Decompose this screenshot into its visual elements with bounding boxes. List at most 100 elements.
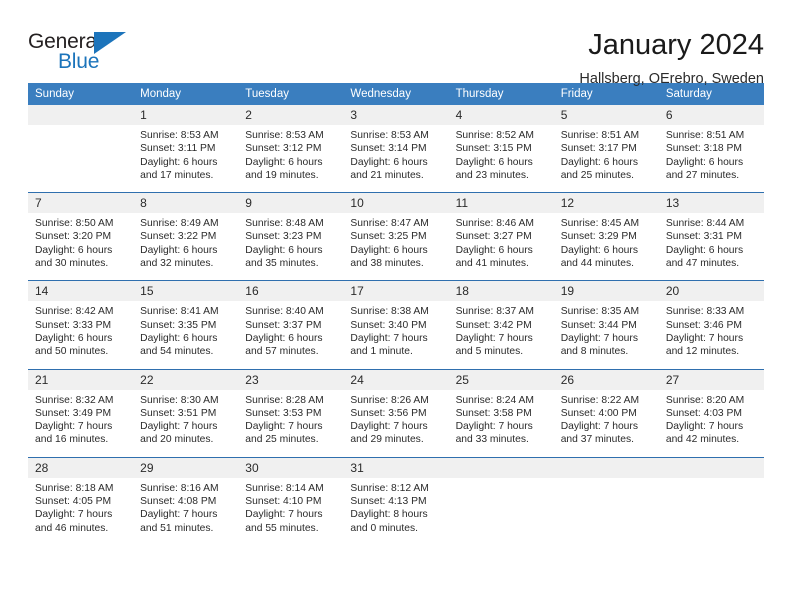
day-number: 1	[133, 105, 239, 125]
sunset-time: Sunset: 3:27 PM	[455, 231, 532, 243]
day-number: 20	[658, 281, 764, 302]
sunrise-time: Sunrise: 8:51 AM	[665, 130, 745, 141]
calendar-day-cell[interactable]: 1 Sunrise: 8:53 AM Sunset: 3:11 PM Daylight…	[133, 105, 239, 193]
day-details: Sunrise: 8:35 AM Sunset: 3:44 PM Daylight:…	[554, 301, 659, 368]
day-details: Sunrise: 8:53 AM Sunset: 3:11 PM Daylight:…	[133, 125, 238, 192]
calendar-day-cell[interactable]: 15 Sunrise: 8:41 AM Sunset: 3:35 PM Dayligh…	[133, 280, 239, 370]
calendar-day-cell[interactable]: 13 Sunrise: 8:44 AM Sunset: 3:31 PM Dayligh…	[658, 192, 764, 281]
day-details: Sunrise: 8:44 AM Sunset: 3:31 PM Daylight:…	[659, 213, 764, 280]
daylight-duration-line2: and 42 minutes.	[665, 434, 740, 446]
day-number: 12	[553, 193, 659, 214]
sunrise-time: Sunrise: 8:22 AM	[560, 394, 640, 406]
calendar-day-cell[interactable]: 28 Sunrise: 8:18 AM Sunset: 4:05 PM Dayligh…	[28, 456, 134, 545]
sunset-time: Sunset: 3:42 PM	[455, 319, 532, 331]
sunset-time: Sunset: 3:40 PM	[350, 319, 427, 331]
sunrise-time: Sunrise: 8:16 AM	[140, 482, 219, 494]
daylight-duration-line2: and 30 minutes.	[35, 258, 109, 270]
day-number	[658, 457, 764, 478]
daylight-duration-line1: Daylight: 7 hours	[245, 421, 323, 433]
calendar-day-cell[interactable]: 19 Sunrise: 8:35 AM Sunset: 3:44 PM Dayligh…	[553, 280, 659, 370]
day-number: 21	[28, 369, 134, 390]
sunset-time: Sunset: 3:20 PM	[35, 231, 112, 243]
sunrise-time: Sunrise: 8:48 AM	[245, 218, 324, 230]
calendar-day-cell[interactable]: 21 Sunrise: 8:32 AM Sunset: 3:49 PM Dayligh…	[28, 368, 134, 458]
calendar-day-cell[interactable]: 30 Sunrise: 8:14 AM Sunset: 4:10 PM Dayligh…	[238, 456, 344, 545]
calendar-day-cell[interactable]: 3 Sunrise: 8:53 AM Sunset: 3:14 PM Daylight…	[343, 105, 449, 193]
day-number: 24	[343, 369, 449, 390]
day-number: 9	[238, 193, 344, 214]
daylight-duration-line2: and 54 minutes.	[140, 346, 214, 358]
calendar-day-cell[interactable]: 29 Sunrise: 8:16 AM Sunset: 4:08 PM Dayligh…	[133, 456, 239, 545]
day-number: 7	[28, 193, 134, 214]
location-subtitle: Hallsberg, OErebro, Sweden	[579, 71, 764, 87]
calendar-day-cell[interactable]: 23 Sunrise: 8:28 AM Sunset: 3:53 PM Dayligh…	[238, 368, 344, 458]
day-details: Sunrise: 8:30 AM Sunset: 3:51 PM Daylight:…	[133, 390, 238, 457]
day-details: Sunrise: 8:47 AM Sunset: 3:25 PM Daylight:…	[343, 213, 448, 280]
daylight-duration-line1: Daylight: 6 hours	[560, 244, 638, 256]
calendar-day-cell[interactable]: 27 Sunrise: 8:20 AM Sunset: 4:03 PM Dayligh…	[658, 368, 764, 458]
calendar-day-cell[interactable]: 8 Sunrise: 8:49 AM Sunset: 3:22 PM Daylight…	[133, 192, 239, 281]
calendar-day-cell[interactable]: 14 Sunrise: 8:42 AM Sunset: 3:33 PM Dayligh…	[28, 280, 134, 370]
calendar-day-cell[interactable]: 22 Sunrise: 8:30 AM Sunset: 3:51 PM Dayligh…	[133, 368, 239, 458]
calendar-day-cell[interactable]: 6 Sunrise: 8:51 AM Sunset: 3:18 PM Daylight…	[658, 105, 764, 193]
sunrise-time: Sunrise: 8:52 AM	[455, 130, 534, 141]
sunset-time: Sunset: 4:08 PM	[140, 496, 217, 508]
weekday-header-monday: Monday	[133, 83, 239, 105]
sunrise-time: Sunrise: 8:18 AM	[35, 482, 114, 494]
daylight-duration-line1: Daylight: 6 hours	[665, 244, 744, 256]
daylight-duration-line1: Daylight: 7 hours	[140, 509, 218, 521]
sunset-time: Sunset: 4:05 PM	[35, 496, 112, 508]
calendar-day-cell[interactable]: 9 Sunrise: 8:48 AM Sunset: 3:23 PM Daylight…	[238, 192, 344, 281]
day-number: 3	[343, 105, 449, 125]
calendar-day-cell[interactable]: 12 Sunrise: 8:45 AM Sunset: 3:29 PM Dayligh…	[553, 192, 659, 281]
calendar-day-cell[interactable]: 20 Sunrise: 8:33 AM Sunset: 3:46 PM Dayligh…	[658, 280, 764, 370]
logo-text-blue: Blue	[58, 50, 100, 73]
sunrise-time: Sunrise: 8:14 AM	[245, 482, 324, 494]
calendar-day-cell[interactable]: 17 Sunrise: 8:38 AM Sunset: 3:40 PM Dayligh…	[343, 280, 449, 370]
daylight-duration-line2: and 8 minutes.	[560, 346, 629, 358]
daylight-duration-line2: and 25 minutes.	[560, 169, 634, 181]
sunset-time: Sunset: 3:58 PM	[455, 407, 532, 419]
sunrise-time: Sunrise: 8:32 AM	[35, 394, 114, 406]
day-details	[28, 125, 133, 188]
day-details	[659, 478, 764, 541]
calendar-day-cell[interactable]: 26 Sunrise: 8:22 AM Sunset: 4:00 PM Dayligh…	[553, 368, 659, 458]
daylight-duration-line2: and 55 minutes.	[245, 522, 319, 534]
calendar-day-cell[interactable]: 31 Sunrise: 8:12 AM Sunset: 4:13 PM Dayligh…	[343, 456, 449, 545]
daylight-duration-line2: and 12 minutes.	[665, 346, 740, 358]
day-details: Sunrise: 8:40 AM Sunset: 3:37 PM Daylight:…	[238, 301, 343, 368]
daylight-duration-line1: Daylight: 6 hours	[665, 156, 744, 168]
calendar-day-cell[interactable]: 7 Sunrise: 8:50 AM Sunset: 3:20 PM Daylight…	[28, 192, 134, 281]
calendar-day-cell[interactable]: 5 Sunrise: 8:51 AM Sunset: 3:17 PM Daylight…	[553, 105, 659, 193]
calendar-day-cell[interactable]: 10 Sunrise: 8:47 AM Sunset: 3:25 PM Dayligh…	[343, 192, 449, 281]
calendar-day-cell[interactable]: 11 Sunrise: 8:46 AM Sunset: 3:27 PM Dayligh…	[448, 192, 554, 281]
day-number: 27	[658, 369, 764, 390]
sunset-time: Sunset: 4:00 PM	[560, 407, 637, 419]
day-details: Sunrise: 8:50 AM Sunset: 3:20 PM Daylight:…	[28, 213, 133, 280]
sunset-time: Sunset: 3:56 PM	[350, 407, 427, 419]
daylight-duration-line1: Daylight: 8 hours	[350, 509, 428, 521]
day-number: 25	[448, 369, 554, 390]
daylight-duration-line2: and 0 minutes.	[350, 522, 418, 534]
day-details	[449, 478, 554, 541]
calendar-day-cell[interactable]: 16 Sunrise: 8:40 AM Sunset: 3:37 PM Dayligh…	[238, 280, 344, 370]
sunrise-time: Sunrise: 8:28 AM	[245, 394, 324, 406]
calendar-day-cell[interactable]: 24 Sunrise: 8:26 AM Sunset: 3:56 PM Dayligh…	[343, 368, 449, 458]
sunrise-time: Sunrise: 8:30 AM	[140, 394, 219, 406]
daylight-duration-line1: Daylight: 7 hours	[665, 332, 744, 344]
day-number: 19	[553, 281, 659, 302]
day-number: 31	[343, 457, 449, 478]
calendar-day-cell[interactable]: 18 Sunrise: 8:37 AM Sunset: 3:42 PM Dayligh…	[448, 280, 554, 370]
sunrise-time: Sunrise: 8:53 AM	[140, 130, 219, 141]
daylight-duration-line1: Daylight: 7 hours	[560, 421, 638, 433]
daylight-duration-line2: and 37 minutes.	[560, 434, 634, 446]
day-details: Sunrise: 8:52 AM Sunset: 3:15 PM Daylight:…	[449, 125, 554, 192]
daylight-duration-line2: and 38 minutes.	[350, 258, 424, 270]
sunrise-time: Sunrise: 8:40 AM	[245, 306, 324, 318]
calendar-day-cell[interactable]: 2 Sunrise: 8:53 AM Sunset: 3:12 PM Daylight…	[238, 105, 344, 193]
sunrise-time: Sunrise: 8:37 AM	[455, 306, 534, 318]
sunset-time: Sunset: 4:03 PM	[665, 407, 742, 419]
calendar-day-cell[interactable]: 4 Sunrise: 8:52 AM Sunset: 3:15 PM Daylight…	[448, 105, 554, 193]
sunrise-time: Sunrise: 8:44 AM	[665, 218, 745, 230]
calendar-day-cell[interactable]: 25 Sunrise: 8:24 AM Sunset: 3:58 PM Dayligh…	[448, 368, 554, 458]
